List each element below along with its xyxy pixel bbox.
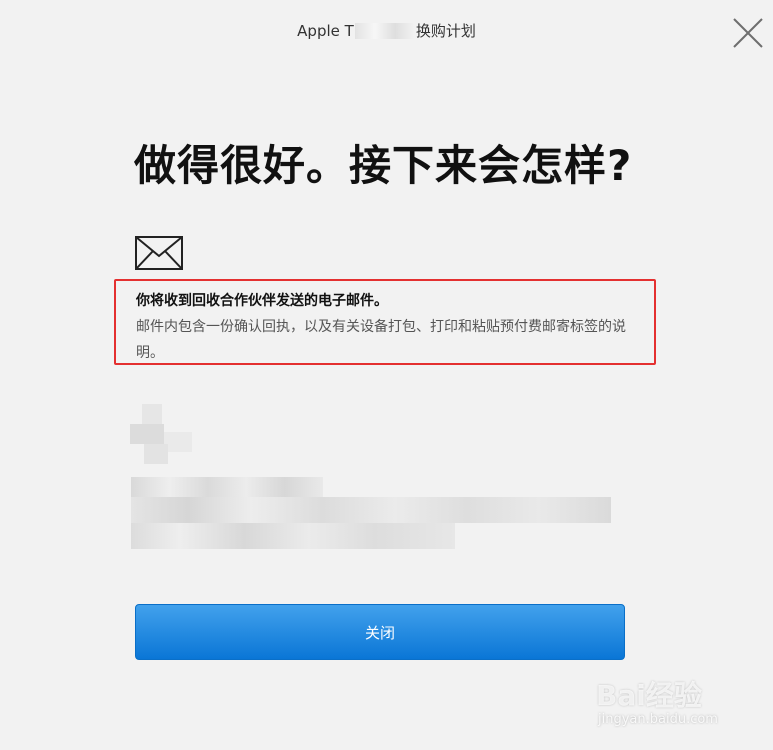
envelope-icon bbox=[135, 236, 183, 270]
redacted-icon-part bbox=[144, 444, 168, 464]
title-prefix: Apple T bbox=[297, 22, 354, 40]
info-title: 你将收到回收合作伙伴发送的电子邮件。 bbox=[136, 293, 388, 309]
dialog-title: Apple T 换购计划 bbox=[0, 20, 773, 41]
close-icon[interactable] bbox=[731, 16, 765, 50]
page-headline: 做得很好。接下来会怎样? bbox=[134, 141, 633, 190]
redacted-icon-part bbox=[164, 432, 192, 452]
redacted-line bbox=[131, 477, 323, 497]
baidu-watermark: Bai经验 jingyan.baidu.com bbox=[592, 666, 742, 736]
title-suffix: 换购计划 bbox=[415, 22, 476, 40]
redacted-icon-part bbox=[130, 424, 164, 444]
close-button[interactable]: 关闭 bbox=[135, 604, 625, 660]
watermark-text: Bai经验 bbox=[596, 679, 702, 712]
watermark-url: jingyan.baidu.com bbox=[598, 712, 718, 727]
redacted-line bbox=[131, 523, 455, 549]
redacted-icon bbox=[142, 404, 162, 426]
redacted-text bbox=[354, 23, 415, 39]
info-body: 邮件内包含一份确认回执，以及有关设备打包、打印和粘贴预付费邮寄标签的说明。 bbox=[136, 319, 626, 361]
redacted-line bbox=[131, 497, 611, 523]
